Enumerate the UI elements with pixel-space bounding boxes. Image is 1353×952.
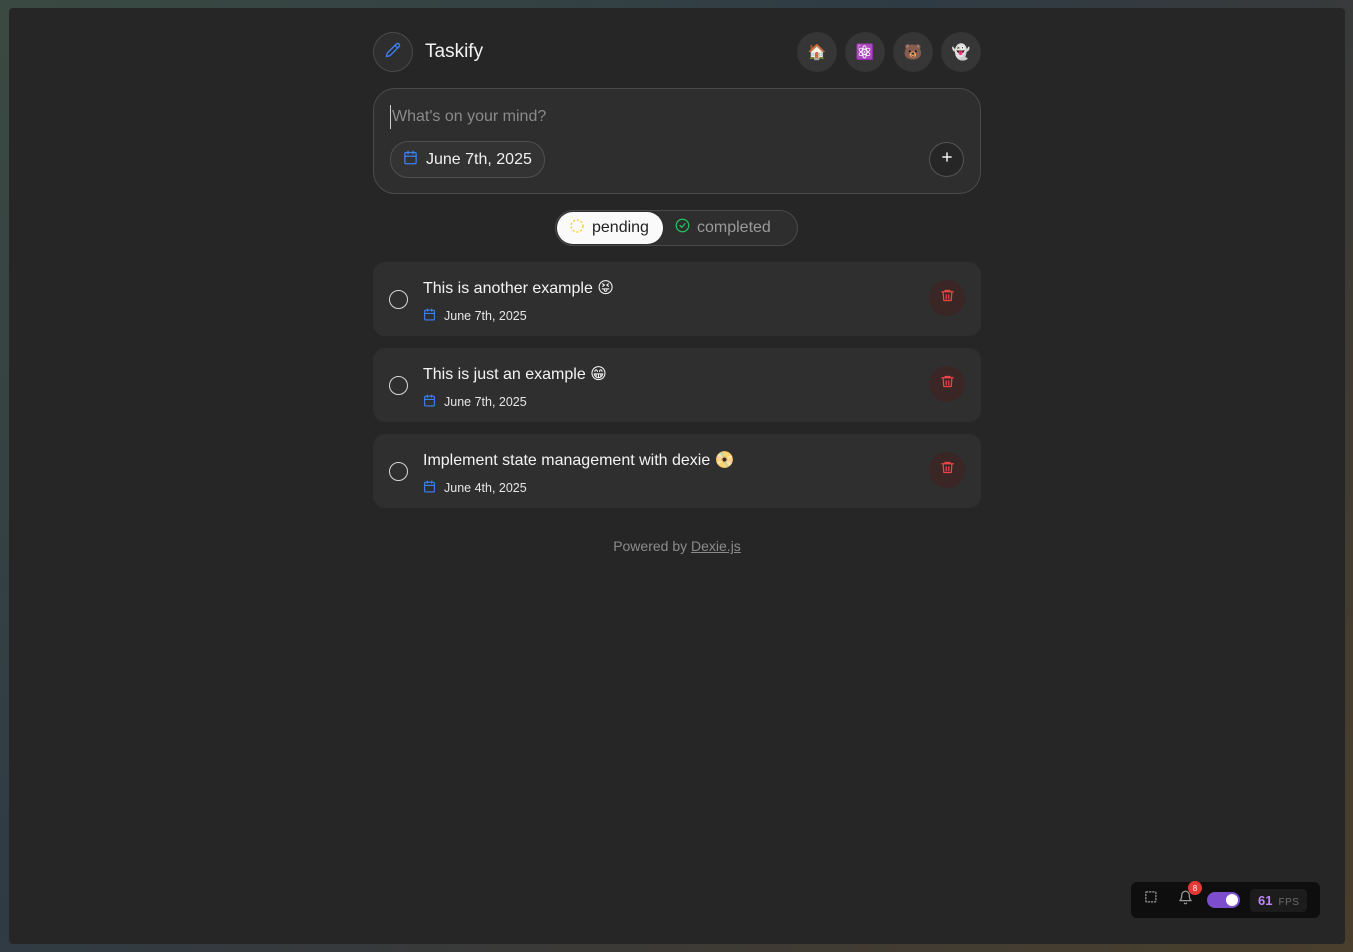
calendar-icon: [423, 308, 436, 324]
delete-task-button[interactable]: [929, 452, 965, 488]
trash-icon: [940, 288, 955, 308]
delete-task-button[interactable]: [929, 280, 965, 316]
select-cursor-icon: [1144, 890, 1159, 910]
header: Taskify 🏠 ⚛️ 🐻 👻: [373, 32, 981, 72]
task-date: June 4th, 2025: [423, 480, 527, 496]
trash-icon: [940, 460, 955, 480]
fps-label: FPS: [1278, 896, 1300, 908]
task-composer: June 7th, 2025: [373, 88, 981, 194]
task-list: This is another example 😝 June 7th, 2025…: [373, 262, 981, 520]
house-icon: 🏠: [807, 44, 827, 61]
notification-badge: 8: [1188, 881, 1202, 895]
date-picker-button[interactable]: June 7th, 2025: [390, 141, 545, 178]
plus-icon: [940, 150, 954, 169]
add-task-button[interactable]: [929, 142, 964, 177]
bear-icon: 🐻: [903, 44, 923, 61]
task-date: June 7th, 2025: [423, 308, 527, 324]
calendar-icon: [403, 150, 418, 170]
trash-icon: [940, 374, 955, 394]
task-title: This is just an example 😁: [423, 366, 607, 383]
footer: Powered by Dexie.js: [373, 538, 981, 554]
calendar-icon: [423, 480, 436, 496]
ghost-icon: 👻: [951, 44, 971, 61]
task-checkbox[interactable]: [389, 290, 408, 309]
notifications-button[interactable]: 8: [1173, 881, 1202, 912]
tab-label: pending: [592, 219, 649, 236]
task-title: Implement state management with dexie 📀: [423, 452, 735, 469]
theme-ghost-button[interactable]: 👻: [941, 32, 981, 72]
task-date-text: June 7th, 2025: [444, 309, 527, 323]
inspect-button[interactable]: [1139, 888, 1163, 912]
task-date-text: June 4th, 2025: [444, 481, 527, 495]
calendar-icon: [423, 394, 436, 410]
task-item: This is another example 😝 June 7th, 2025: [373, 262, 981, 336]
task-item: This is just an example 😁 June 7th, 2025: [373, 348, 981, 422]
tab-label: completed: [697, 219, 771, 236]
task-input[interactable]: [390, 105, 950, 129]
theme-atom-button[interactable]: ⚛️: [845, 32, 885, 72]
tab-pending[interactable]: pending: [557, 212, 663, 244]
app-title: Taskify: [425, 41, 484, 62]
fps-value: 61: [1258, 892, 1273, 908]
task-checkbox[interactable]: [389, 376, 408, 395]
atom-icon: ⚛️: [855, 44, 875, 61]
footer-text: Powered by: [613, 538, 692, 554]
tab-completed[interactable]: completed: [663, 212, 783, 244]
theme-bear-button[interactable]: 🐻: [893, 32, 933, 72]
pencil-icon: [385, 42, 401, 63]
fps-counter: 61 FPS: [1250, 888, 1308, 912]
dev-toolbar: 8 61 FPS: [1131, 881, 1320, 918]
app-window: Taskify 🏠 ⚛️ 🐻 👻 June 7th, 2025: [9, 8, 1345, 944]
devtools-toggle[interactable]: [1207, 892, 1240, 908]
task-checkbox[interactable]: [389, 462, 408, 481]
delete-task-button[interactable]: [929, 366, 965, 402]
theme-switcher: 🏠 ⚛️ 🐻 👻: [797, 32, 981, 72]
loader-icon: [569, 218, 585, 239]
status-tabs: pending completed: [555, 210, 798, 246]
selected-date: June 7th, 2025: [426, 150, 532, 168]
task-date: June 7th, 2025: [423, 394, 527, 410]
task-date-text: June 7th, 2025: [444, 395, 527, 409]
check-circle-icon: [675, 218, 690, 238]
dexie-link[interactable]: Dexie.js: [691, 538, 741, 554]
theme-house-button[interactable]: 🏠: [797, 32, 837, 72]
logo-button[interactable]: [373, 32, 413, 72]
task-title: This is another example 😝: [423, 280, 614, 297]
task-item: Implement state management with dexie 📀 …: [373, 434, 981, 508]
